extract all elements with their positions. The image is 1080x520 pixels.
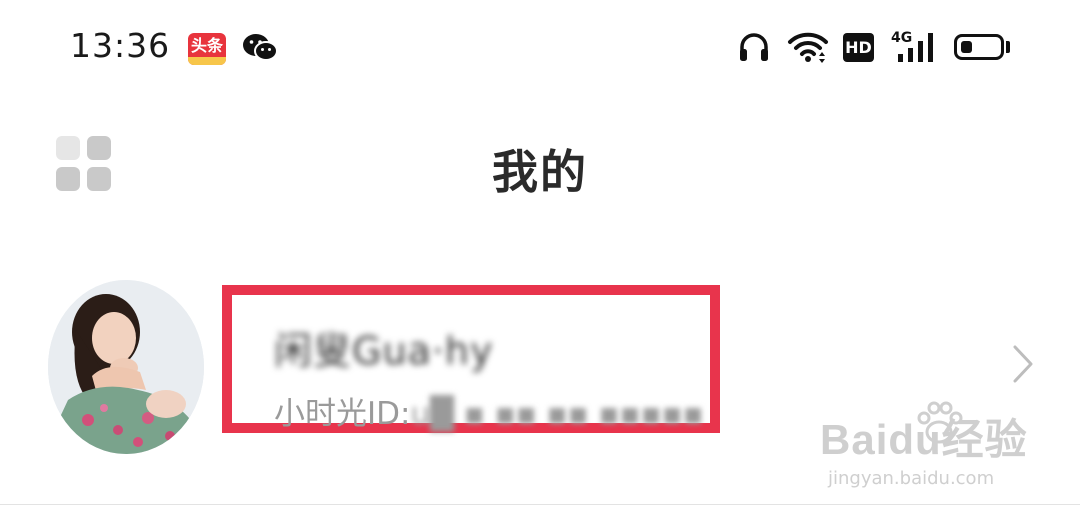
baidu-watermark: Baidu经验 jingyan.baidu.com bbox=[820, 401, 1028, 489]
user-nickname[interactable]: 闲叟Gua·hy bbox=[274, 320, 493, 375]
toutiao-badge-text: 头条 bbox=[190, 36, 223, 55]
battery-fill bbox=[961, 41, 972, 53]
user-id-value: u█ ▪ ▪▪ ▪▪ ▪▪▪▪▪ bbox=[410, 396, 704, 432]
status-time: 13:36 bbox=[70, 26, 171, 65]
paw-icon bbox=[917, 401, 963, 444]
status-bar: 13:36 头条 HD 4G bbox=[0, 0, 1080, 96]
avatar-photo bbox=[48, 280, 204, 454]
wifi-icon bbox=[788, 32, 828, 63]
toutiao-app-icon: 头条 bbox=[188, 33, 226, 65]
battery-icon bbox=[954, 34, 1004, 60]
avatar[interactable] bbox=[48, 280, 204, 454]
divider bbox=[0, 504, 1080, 505]
watermark-url: jingyan.baidu.com bbox=[828, 468, 995, 489]
headphones-icon bbox=[740, 33, 768, 61]
signal-icon bbox=[898, 33, 933, 62]
chevron-right-icon[interactable] bbox=[1012, 344, 1034, 384]
battery-cap bbox=[1006, 41, 1010, 53]
hd-icon: HD bbox=[843, 33, 874, 62]
user-id[interactable]: 小时光ID:u█ ▪ ▪▪ ▪▪ ▪▪▪▪▪ bbox=[274, 388, 703, 433]
page-title: 我的 bbox=[492, 145, 588, 199]
wechat-icon bbox=[243, 34, 278, 61]
user-id-label: 小时光ID: bbox=[274, 396, 411, 432]
